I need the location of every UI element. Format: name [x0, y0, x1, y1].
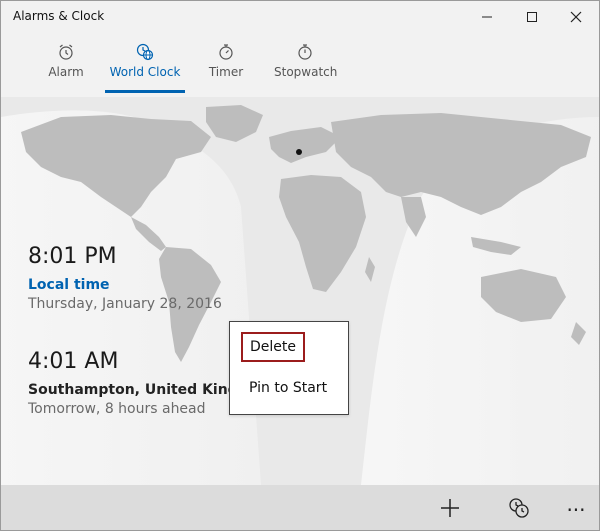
bottom-app-bar: ... — [1, 485, 599, 530]
minimize-icon — [482, 16, 492, 18]
tab-stopwatch-label: Stopwatch — [274, 65, 338, 79]
add-clock-button[interactable] — [427, 485, 473, 530]
more-icon: ... — [566, 491, 586, 516]
local-clock-time: 8:01 PM — [28, 244, 117, 269]
southampton-clock-label: Southampton, United Kingdo — [28, 382, 258, 398]
more-options-button[interactable]: ... — [553, 485, 599, 530]
context-menu: Delete Pin to Start — [229, 321, 349, 415]
app-window: Alarms & Clock Alarm World Clock Timer S… — [0, 0, 600, 531]
tab-timer[interactable]: Timer — [204, 39, 248, 93]
tab-alarm[interactable]: Alarm — [41, 39, 91, 93]
active-tab-indicator — [105, 90, 185, 93]
alarm-clock-icon — [59, 44, 73, 60]
compare-clocks-icon — [509, 497, 529, 518]
tab-stopwatch[interactable]: Stopwatch — [274, 39, 338, 93]
tab-world-clock-label: World Clock — [109, 65, 181, 79]
context-menu-pin-to-start[interactable]: Pin to Start — [241, 374, 335, 402]
timer-icon — [219, 44, 233, 60]
stopwatch-icon — [298, 44, 312, 60]
location-marker — [296, 149, 302, 155]
close-button[interactable] — [553, 1, 599, 33]
close-icon — [570, 11, 582, 23]
local-clock-entry[interactable]: 8:01 PM Local time Thursday, January 28,… — [28, 244, 222, 312]
southampton-clock-offset: Tomorrow, 8 hours ahead — [28, 401, 206, 417]
maximize-icon — [527, 12, 537, 22]
maximize-button[interactable] — [509, 1, 555, 33]
southampton-clock-time: 4:01 AM — [28, 349, 119, 374]
tab-alarm-label: Alarm — [48, 65, 84, 79]
tab-world-clock[interactable]: World Clock — [105, 39, 185, 93]
minimize-button[interactable] — [464, 1, 510, 33]
context-menu-delete[interactable]: Delete — [241, 332, 305, 362]
app-title: Alarms & Clock — [13, 9, 105, 23]
tab-bar: Alarm World Clock Timer Stopwatch — [1, 39, 599, 95]
compare-clocks-button[interactable] — [496, 485, 542, 530]
add-icon — [441, 498, 459, 517]
local-clock-label: Local time — [28, 277, 110, 293]
tab-timer-label: Timer — [208, 65, 244, 79]
world-clock-icon — [136, 43, 154, 61]
local-clock-date: Thursday, January 28, 2016 — [28, 296, 222, 312]
southampton-clock-entry[interactable]: 4:01 AM Southampton, United Kingdo Tomor… — [28, 349, 257, 417]
title-bar: Alarms & Clock — [1, 1, 599, 34]
